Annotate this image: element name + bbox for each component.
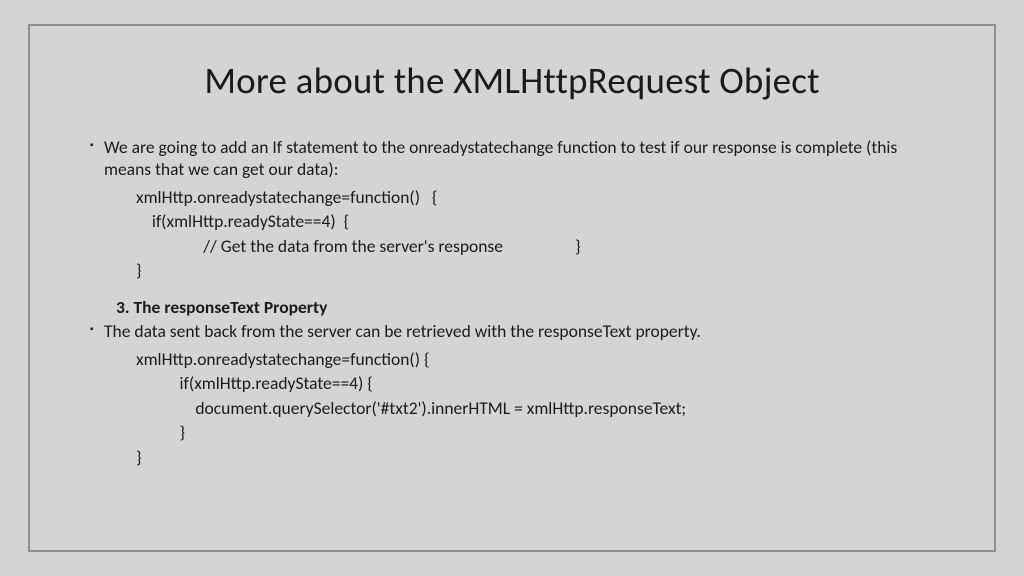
section-heading-3: 3. The responseText Property [88, 297, 936, 319]
bullet-item-1: We are going to add an If statement to t… [90, 137, 936, 181]
bullet-list-2: The data sent back from the server can b… [88, 321, 936, 343]
slide-title: More about the XMLHttpRequest Object [88, 58, 936, 103]
code-block-2: xmlHttp.onreadystatechange=function() { … [88, 347, 936, 470]
slide-frame: More about the XMLHttpRequest Object We … [28, 24, 996, 552]
bullet-list-1: We are going to add an If statement to t… [88, 137, 936, 181]
code-block-1: xmlHttp.onreadystatechange=function() { … [88, 185, 936, 283]
slide-content: We are going to add an If statement to t… [88, 137, 936, 469]
bullet-item-2: The data sent back from the server can b… [90, 321, 936, 343]
